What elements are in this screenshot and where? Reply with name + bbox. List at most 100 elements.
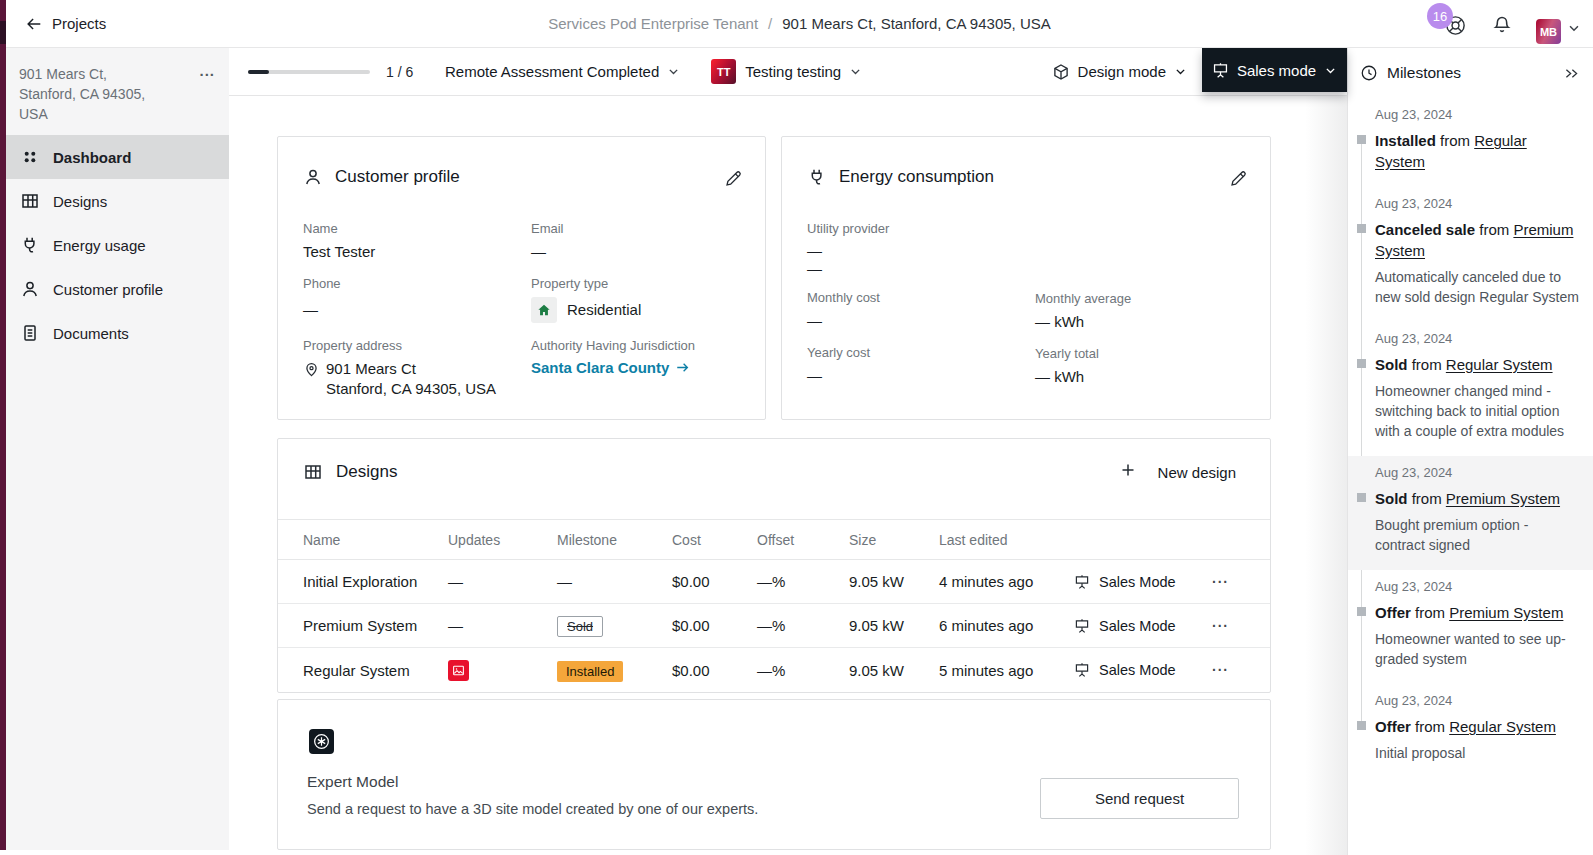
yearly-cost-label: Yearly cost	[807, 345, 1250, 360]
row-menu-button[interactable]: ···	[1212, 574, 1236, 590]
residential-house-icon	[531, 297, 557, 323]
address-line2: Stanford, CA 94305, USA	[326, 379, 496, 399]
design-mode-dropdown[interactable]: Design mode	[1052, 63, 1187, 81]
design-offset: —%	[757, 573, 849, 590]
chevron-down-icon	[1324, 64, 1337, 77]
row-sales-mode-button[interactable]: Sales Mode	[1074, 574, 1212, 590]
collapse-panel-icon[interactable]	[1563, 65, 1580, 82]
design-link[interactable]: Premium System	[1449, 604, 1563, 621]
breadcrumb-project: 901 Mears Ct, Stanford, CA 94305, USA	[782, 15, 1050, 32]
breadcrumb: Services Pod Enterprise Tenant / 901 Mea…	[6, 0, 1593, 47]
design-size: 9.05 kW	[849, 573, 939, 590]
team-avatar[interactable]: TT	[711, 59, 736, 84]
person-icon	[20, 279, 40, 299]
milestones-list: Aug 23, 2024 Installed from Regular Syst…	[1348, 98, 1593, 778]
energy-consumption-card: Energy consumption Utility provider — — …	[781, 136, 1271, 420]
sidebar-item-dashboard[interactable]: Dashboard	[6, 135, 229, 179]
sales-mode-dropdown[interactable]: Sales mode	[1202, 48, 1347, 92]
expert-model-description: Send a request to have a 3D site model c…	[307, 801, 758, 817]
milestone-progress-bar	[248, 70, 370, 74]
design-row-regular-system[interactable]: Regular System Installed $0.00 —% 9.05 k…	[278, 648, 1270, 692]
milestone-progress-label: 1 / 6	[386, 64, 418, 80]
edit-customer-profile-button[interactable]	[724, 169, 743, 188]
monthly-average-label: Monthly average	[1035, 291, 1131, 306]
design-row-premium-system[interactable]: Premium System — Sold $0.00 —% 9.05 kW 6…	[278, 604, 1270, 648]
milestone-entry: Aug 23, 2024 Installed from Regular Syst…	[1348, 98, 1593, 187]
timeline-marker	[1357, 224, 1366, 233]
design-image-update-icon	[448, 660, 469, 681]
yearly-cost-value: —	[807, 366, 1250, 386]
design-updates: —	[448, 573, 557, 590]
monthly-average-value: — kWh	[1035, 312, 1131, 332]
designs-grid-icon	[303, 462, 323, 482]
brand-rail-accent	[0, 21, 6, 44]
design-name: Regular System	[303, 662, 448, 679]
email-value: —	[531, 242, 695, 262]
location-pin-icon	[303, 361, 320, 378]
sold-badge: Sold	[557, 616, 603, 637]
topbar-actions: 16 MB	[1444, 0, 1581, 47]
design-last-edited: 4 minutes ago	[939, 573, 1074, 590]
cube-icon	[1052, 63, 1070, 81]
design-row-initial-exploration[interactable]: Initial Exploration — — $0.00 —% 9.05 kW…	[278, 560, 1270, 604]
presentation-screen-icon	[1074, 574, 1090, 590]
document-icon	[20, 323, 40, 343]
design-link[interactable]: Regular System	[1446, 356, 1553, 373]
chevron-down-icon	[667, 65, 680, 78]
user-avatar[interactable]: MB	[1536, 19, 1561, 44]
panel-shadow	[1305, 96, 1347, 855]
design-last-edited: 6 minutes ago	[939, 617, 1074, 634]
monthly-cost-label: Monthly cost	[807, 290, 1250, 305]
row-sales-mode-button[interactable]: Sales Mode	[1074, 618, 1212, 634]
project-more-button[interactable]: ...	[199, 62, 215, 79]
milestone-dropdown[interactable]: Remote Assessment Completed	[445, 63, 680, 80]
expert-model-title: Expert Model	[307, 773, 398, 791]
designs-title: Designs	[336, 462, 397, 482]
ahj-link[interactable]: Santa Clara County	[531, 359, 690, 376]
notification-count-badge[interactable]: 16	[1427, 3, 1453, 29]
sidebar-item-designs[interactable]: Designs	[6, 179, 229, 223]
timeline-marker	[1357, 721, 1366, 730]
designs-table: Name Updates Milestone Cost Offset Size …	[278, 519, 1270, 692]
ahj-label: Authority Having Jurisdiction	[531, 338, 695, 353]
milestones-panel: Milestones Aug 23, 2024 Installed from R…	[1347, 48, 1593, 855]
notifications-bell-icon[interactable]	[1492, 15, 1512, 35]
send-request-button[interactable]: Send request	[1040, 778, 1239, 819]
dashboard-icon	[20, 147, 40, 167]
sidebar-item-energy-usage[interactable]: Energy usage	[6, 223, 229, 267]
breadcrumb-tenant[interactable]: Services Pod Enterprise Tenant	[548, 15, 758, 32]
design-updates: —	[448, 617, 557, 634]
breadcrumb-separator: /	[768, 15, 772, 32]
design-name: Premium System	[303, 617, 448, 634]
dashboard-content: Customer profile Name Test Tester Phone …	[229, 96, 1347, 855]
design-link[interactable]: Premium System	[1446, 490, 1560, 507]
team-dropdown[interactable]: Testing testing	[745, 63, 862, 80]
row-sales-mode-button[interactable]: Sales Mode	[1074, 662, 1212, 678]
design-cost: $0.00	[672, 573, 757, 590]
design-size: 9.05 kW	[849, 662, 939, 679]
new-design-button[interactable]: New design	[1120, 462, 1236, 482]
installed-badge: Installed	[557, 661, 623, 682]
row-menu-button[interactable]: ···	[1212, 618, 1236, 634]
customer-profile-title: Customer profile	[335, 167, 460, 187]
design-link[interactable]: Regular System	[1449, 718, 1556, 735]
row-menu-button[interactable]: ···	[1212, 662, 1236, 678]
timeline-marker	[1357, 493, 1366, 502]
edit-energy-consumption-button[interactable]	[1229, 169, 1248, 188]
milestone-entry: Aug 23, 2024 Offer from Regular System I…	[1348, 684, 1593, 778]
timeline-marker	[1357, 607, 1366, 616]
presentation-screen-icon	[1074, 662, 1090, 678]
sidebar-item-documents[interactable]: Documents	[6, 311, 229, 355]
top-bar: Projects Services Pod Enterprise Tenant …	[6, 0, 1593, 48]
utility-provider-value1: —	[807, 242, 1250, 260]
design-size: 9.05 kW	[849, 617, 939, 634]
expert-model-card: Expert Model Send a request to have a 3D…	[277, 699, 1271, 850]
chevron-down-icon	[1174, 65, 1187, 78]
timeline-marker	[1357, 359, 1366, 368]
design-last-edited: 5 minutes ago	[939, 662, 1074, 679]
designs-grid-icon	[20, 191, 40, 211]
user-menu-chevron-icon[interactable]	[1567, 21, 1581, 35]
project-address: 901 Mears Ct, Stanford, CA 94305, USA	[19, 64, 179, 124]
design-name: Initial Exploration	[303, 573, 448, 590]
sidebar-item-customer-profile[interactable]: Customer profile	[6, 267, 229, 311]
